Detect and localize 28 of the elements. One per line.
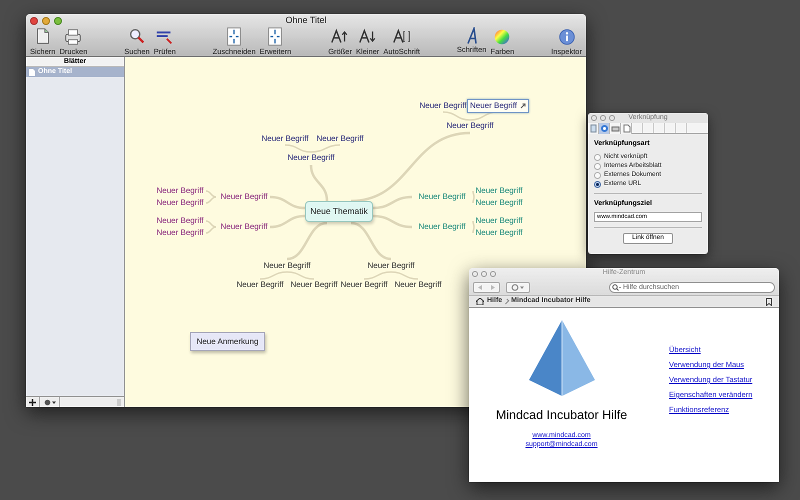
topic-node[interactable]: Neuer Begriff [418, 192, 466, 202]
topic-node[interactable]: Neuer Begriff [474, 216, 524, 226]
topic-node[interactable]: Neuer Begriff [290, 280, 338, 290]
topic-node[interactable]: Neuer Begriff [474, 186, 524, 196]
topic-node[interactable]: Neuer Begriff [418, 222, 466, 232]
topic-node[interactable]: Neuer Begriff [467, 99, 529, 113]
topic-node[interactable]: Neuer Begriff [236, 280, 284, 290]
topic-node[interactable]: Neuer Begriff [156, 228, 204, 238]
topic-node[interactable]: Neuer Begriff [156, 186, 204, 196]
topic-node[interactable]: Neuer Begriff [156, 198, 204, 208]
topic-node[interactable]: Neuer Begriff [446, 121, 494, 131]
topic-node[interactable]: Neuer Begriff [220, 192, 268, 202]
topic-node[interactable]: Neuer Begriff [286, 153, 336, 163]
topic-node[interactable]: Neuer Begriff [220, 222, 268, 232]
window-title: Ohne Titel [285, 14, 327, 27]
topic-node[interactable]: Neuer Begriff [394, 280, 442, 290]
note-box[interactable]: Neue Anmerkung [190, 332, 265, 351]
central-topic[interactable]: Neue Thematik [305, 201, 373, 222]
topic-node[interactable]: Neuer Begriff [418, 101, 468, 111]
topic-node[interactable]: Neuer Begriff [156, 216, 204, 226]
topic-node[interactable]: Neuer Begriff [366, 261, 416, 271]
topic-node[interactable]: Neuer Begriff [474, 198, 524, 208]
help-heading: Mindcad Incubator Hilfe [496, 407, 628, 424]
topic-node[interactable]: Neuer Begriff [260, 134, 310, 144]
topic-node[interactable]: Neuer Begriff [316, 134, 364, 144]
topic-node[interactable]: Neuer Begriff [262, 261, 312, 271]
topic-node[interactable]: Neuer Begriff [340, 280, 388, 290]
topic-node[interactable]: Neuer Begriff [474, 228, 524, 238]
